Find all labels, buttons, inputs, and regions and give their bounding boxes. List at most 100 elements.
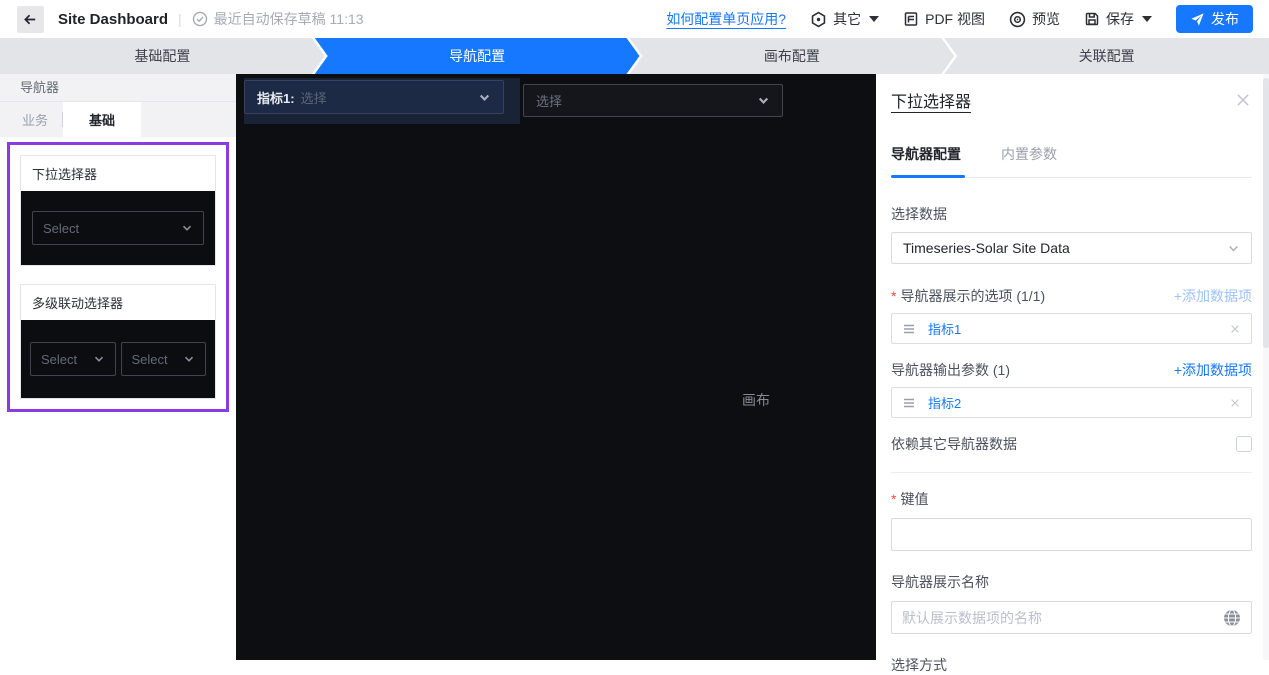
publish-label: 发布 — [1211, 9, 1239, 29]
key-value-label: *键值 — [891, 489, 1252, 509]
drag-handle-icon[interactable] — [902, 322, 916, 336]
chevron-down-icon — [478, 91, 491, 104]
autosave-text: 最近自动保存草稿 11:13 — [214, 9, 364, 29]
display-name-field — [891, 601, 1252, 634]
page-title: Site Dashboard — [58, 11, 168, 28]
arrow-left-icon — [23, 12, 38, 27]
save-label: 保存 — [1106, 9, 1134, 29]
select-placeholder: Select — [43, 221, 79, 236]
main-area: 导航器 业务 基础 下拉选择器 Select 多级联动选择器 — [0, 74, 1269, 660]
dropdown-placeholder: 选择 — [536, 91, 562, 110]
select-placeholder: Select — [132, 352, 168, 367]
depend-checkbox[interactable] — [1236, 436, 1252, 452]
pdf-view-label: PDF 视图 — [925, 9, 985, 29]
back-button[interactable] — [17, 6, 44, 33]
help-link[interactable]: 如何配置单页应用? — [666, 9, 786, 29]
close-icon[interactable] — [1234, 91, 1252, 109]
key-value-input[interactable] — [891, 518, 1252, 551]
step-basic-config[interactable]: 基础配置 — [0, 38, 325, 74]
pdf-view-button[interactable]: PDF 视图 — [903, 9, 985, 29]
navigator-sidebar: 导航器 业务 基础 下拉选择器 Select 多级联动选择器 — [0, 74, 236, 660]
publish-button[interactable]: 发布 — [1176, 5, 1253, 33]
display-name-label: 导航器展示名称 — [891, 572, 1252, 592]
step-bar: 基础配置 导航配置 画布配置 关联配置 — [0, 38, 1269, 74]
pdf-document-icon — [903, 11, 919, 27]
select-placeholder: Select — [41, 352, 77, 367]
widget-dropdown-selector[interactable]: 下拉选择器 Select — [20, 155, 216, 266]
display-options-label: *导航器展示的选项 (1/1) — [891, 286, 1045, 306]
dashboard-canvas[interactable]: 指标1: 选择 选择 画布 — [236, 74, 876, 660]
preview-select: Select — [32, 211, 204, 245]
chevron-down-icon — [869, 16, 879, 22]
canvas-dropdown-secondary[interactable]: 选择 — [523, 84, 783, 117]
topbar: Site Dashboard | 最近自动保存草稿 11:13 如何配置单页应用… — [0, 0, 1269, 38]
data-item-label: 指标2 — [928, 393, 961, 412]
check-circle-icon — [192, 11, 208, 27]
tab-navigator-config[interactable]: 导航器配置 — [891, 144, 961, 164]
widget-title: 多级联动选择器 — [21, 285, 215, 320]
sidebar-tabs: 业务 基础 — [0, 102, 236, 137]
panel-title: 下拉选择器 — [891, 88, 971, 112]
widget-cascade-selector[interactable]: 多级联动选择器 Select Select — [20, 284, 216, 399]
chevron-down-icon — [1227, 242, 1240, 255]
tab-builtin-params[interactable]: 内置参数 — [1001, 144, 1057, 164]
scrollbar-thumb[interactable] — [1263, 78, 1269, 348]
section-divider — [891, 472, 1252, 473]
preview-select: Select — [121, 342, 207, 376]
dropdown-prefix: 指标1: — [257, 88, 295, 107]
chevron-down-icon — [183, 353, 195, 365]
step-association-config[interactable]: 关联配置 — [944, 38, 1269, 74]
add-data-item-link-disabled[interactable]: +添加数据项 — [1174, 286, 1252, 306]
tab-basic[interactable]: 基础 — [63, 102, 141, 137]
data-item-label: 指标1 — [928, 319, 961, 338]
data-source-select[interactable]: Timeseries-Solar Site Data — [891, 232, 1252, 264]
topbar-divider: | — [178, 11, 182, 27]
output-params-label: 导航器输出参数 (1) — [891, 360, 1010, 380]
select-data-label: 选择数据 — [891, 204, 1252, 224]
preview-label: 预览 — [1032, 9, 1060, 29]
paper-plane-icon — [1190, 12, 1205, 27]
drag-handle-icon[interactable] — [902, 396, 916, 410]
step-canvas-config[interactable]: 画布配置 — [630, 38, 955, 74]
data-item-row[interactable]: 指标1 — [891, 313, 1252, 344]
chevron-down-icon — [757, 94, 770, 107]
topbar-actions: 如何配置单页应用? 其它 PDF 视图 预览 保存 发布 — [666, 5, 1253, 33]
preview-button[interactable]: 预览 — [1009, 9, 1060, 29]
more-menu[interactable]: 其它 — [810, 9, 879, 29]
required-asterisk: * — [891, 491, 896, 507]
remove-item-icon[interactable] — [1229, 323, 1241, 335]
panel-tabs: 导航器配置 内置参数 — [891, 144, 1252, 164]
canvas-label: 画布 — [742, 390, 770, 410]
navigator-config-panel: 下拉选择器 导航器配置 内置参数 选择数据 Timeseries-Solar S… — [876, 74, 1269, 660]
active-tab-indicator — [891, 175, 965, 178]
add-data-item-link[interactable]: +添加数据项 — [1174, 360, 1252, 380]
tab-business[interactable]: 业务 — [0, 102, 62, 137]
step-navigation-config[interactable]: 导航配置 — [315, 38, 640, 74]
dropdown-placeholder: 选择 — [301, 88, 327, 107]
chevron-down-icon — [181, 222, 193, 234]
data-source-value: Timeseries-Solar Site Data — [903, 240, 1070, 256]
save-menu[interactable]: 保存 — [1084, 9, 1152, 29]
chevron-down-icon — [93, 353, 105, 365]
sidebar-header: 导航器 — [0, 74, 236, 102]
data-item-row[interactable]: 指标2 — [891, 387, 1252, 418]
tab-underline — [891, 175, 1252, 178]
canvas-dropdown-metric1[interactable]: 指标1: 选择 — [244, 80, 504, 114]
preview-select: Select — [30, 342, 116, 376]
hexagon-dot-icon — [810, 11, 827, 28]
widget-preview: Select Select — [21, 320, 215, 398]
display-name-input[interactable] — [902, 610, 1223, 626]
preview-eye-icon — [1009, 11, 1026, 28]
scrollbar-track[interactable] — [1263, 74, 1269, 660]
widget-title: 下拉选择器 — [21, 156, 215, 191]
depend-label: 依赖其它导航器数据 — [891, 434, 1017, 454]
widget-preview: Select — [21, 191, 215, 265]
save-floppy-icon — [1084, 11, 1100, 27]
remove-item-icon[interactable] — [1229, 397, 1241, 409]
highlighted-widget-group: 下拉选择器 Select 多级联动选择器 Select — [7, 142, 229, 412]
select-mode-label: 选择方式 — [891, 655, 1252, 675]
required-asterisk: * — [891, 288, 896, 304]
more-label: 其它 — [833, 9, 861, 29]
globe-language-icon[interactable] — [1223, 609, 1241, 627]
autosave-status: 最近自动保存草稿 11:13 — [192, 9, 364, 29]
